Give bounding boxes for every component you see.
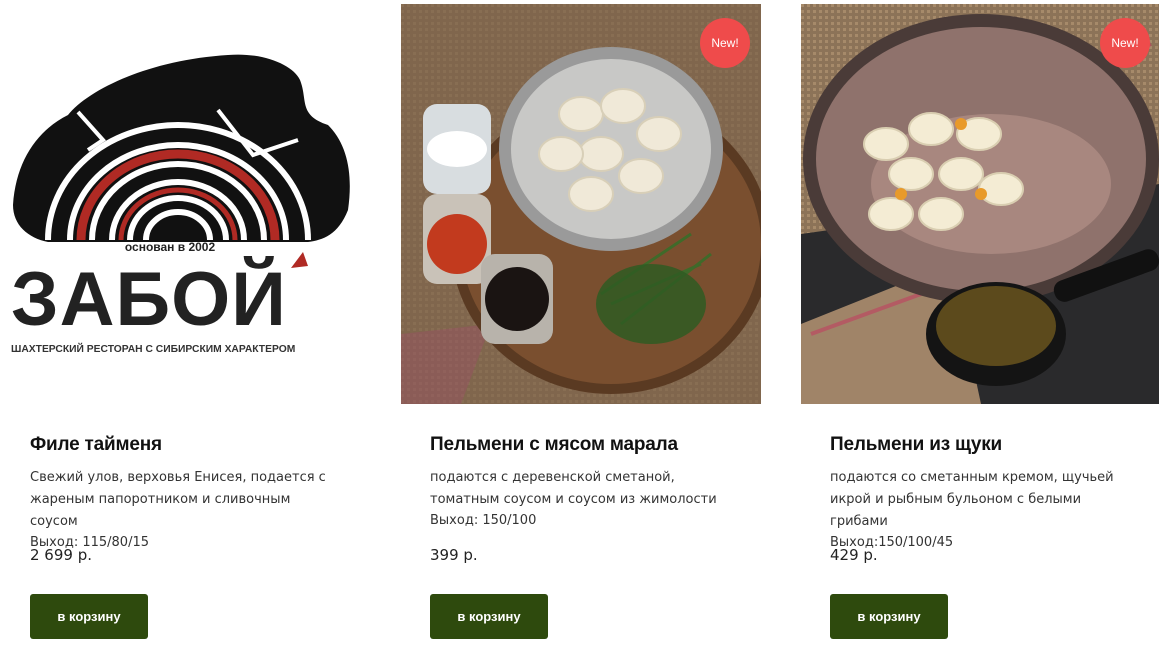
product-title[interactable]: Пельмени с мясом марала (430, 434, 678, 456)
description-text: Свежий улов, верховья Енисея, подается с… (30, 470, 326, 529)
product-price: 2 699 р. (30, 546, 92, 564)
product-card: основан в 2002 ЗАБОЙ ШАХТЕРСКИЙ РЕСТОРАН… (0, 0, 360, 664)
product-description: подаются со сметанным кремом, щучьей икр… (830, 467, 1135, 553)
founded-text: основан в 2002 (125, 240, 216, 254)
product-image[interactable]: New! (801, 4, 1159, 404)
add-to-cart-button[interactable]: в корзину (430, 594, 548, 639)
product-card: New! Пельмени из щуки подаются со сметан… (801, 0, 1159, 664)
dumplings-bowl-photo (401, 4, 761, 404)
yield-text: Выход: 150/100 (430, 513, 537, 528)
product-image[interactable]: New! (401, 4, 761, 404)
product-card: New! Пельмени с мясом марала подаются с … (401, 0, 761, 664)
tree-rings-logo-icon: основан в 2002 ЗАБОЙ ШАХТЕРСКИЙ РЕСТОРАН… (11, 54, 350, 355)
add-to-cart-button[interactable]: в корзину (30, 594, 148, 639)
product-price: 429 р. (830, 546, 878, 564)
logo-tagline: ШАХТЕРСКИЙ РЕСТОРАН С СИБИРСКИМ ХАРАКТЕР… (11, 342, 295, 355)
product-title[interactable]: Пельмени из щуки (830, 434, 1002, 456)
description-text: подаются с деревенской сметаной, томатны… (430, 470, 717, 507)
product-description: Свежий улов, верховья Енисея, подается с… (30, 467, 340, 553)
logo-name: ЗАБОЙ (11, 256, 287, 342)
pike-dumplings-photo (801, 4, 1159, 404)
product-price: 399 р. (430, 546, 478, 564)
restaurant-logo: основан в 2002 ЗАБОЙ ШАХТЕРСКИЙ РЕСТОРАН… (8, 50, 353, 360)
add-to-cart-button[interactable]: в корзину (830, 594, 948, 639)
new-badge: New! (1100, 18, 1150, 68)
product-description: подаются с деревенской сметаной, томатны… (430, 467, 735, 531)
new-badge: New! (700, 18, 750, 68)
description-text: подаются со сметанным кремом, щучьей икр… (830, 470, 1114, 529)
product-title[interactable]: Филе тайменя (30, 434, 162, 456)
